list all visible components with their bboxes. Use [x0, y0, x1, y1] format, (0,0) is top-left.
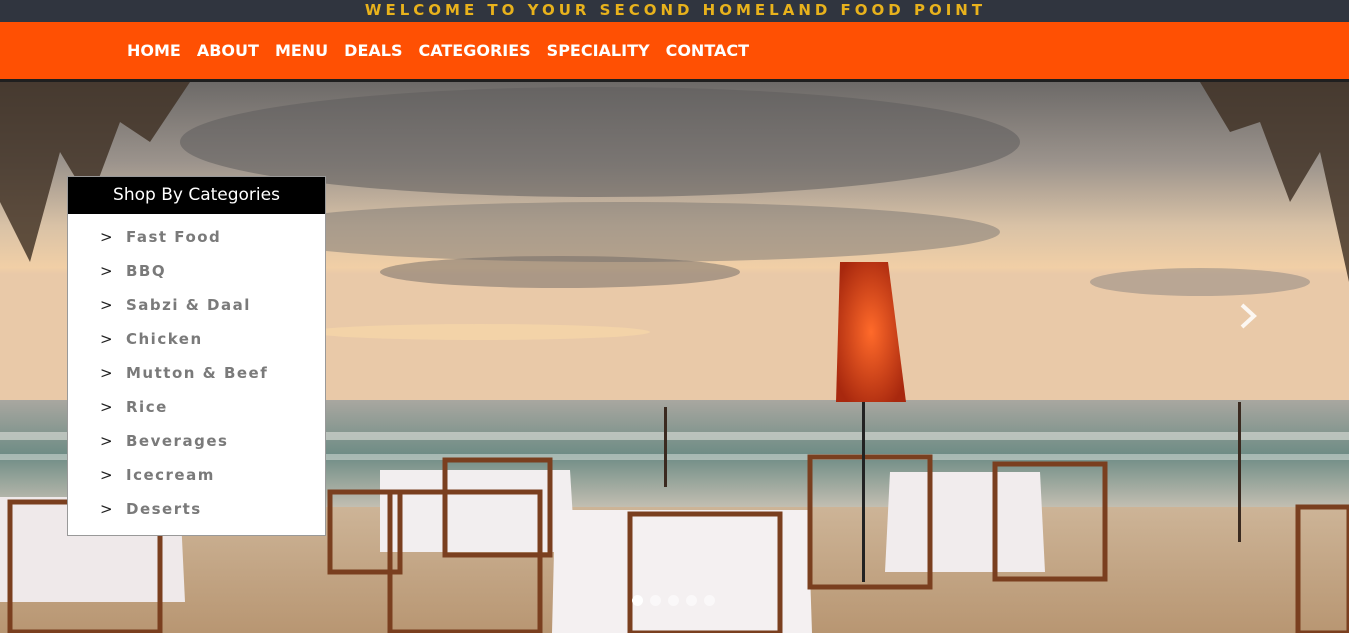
category-label: Fast Food [126, 228, 222, 246]
carousel-dot-2[interactable] [650, 595, 661, 606]
welcome-text: WELCOME TO YOUR SECOND HOMELAND FOOD POI… [364, 1, 987, 19]
chevron-right-icon: > [100, 262, 113, 280]
category-label: Chicken [126, 330, 203, 348]
nav-categories-link[interactable]: CATEGORIES [418, 41, 530, 60]
nav-deals-link[interactable]: DEALS [344, 41, 402, 60]
category-label: BBQ [126, 262, 167, 280]
categories-panel: Shop By Categories > Fast Food > BBQ > S… [67, 176, 326, 536]
carousel-dot-3[interactable] [668, 595, 679, 606]
chevron-right-icon: > [100, 296, 113, 314]
category-item-fast-food[interactable]: > Fast Food [68, 220, 325, 254]
nav-contact-link[interactable]: CONTACT [666, 41, 749, 60]
main-navigation: HOME ABOUT MENU DEALS CATEGORIES SPECIAL… [0, 22, 1349, 82]
category-label: Beverages [126, 432, 229, 450]
category-label: Rice [126, 398, 168, 416]
category-item-sabzi-daal[interactable]: > Sabzi & Daal [68, 288, 325, 322]
chevron-right-icon: > [100, 228, 113, 246]
chevron-right-icon: > [100, 364, 113, 382]
category-label: Sabzi & Daal [126, 296, 251, 314]
categories-title: Shop By Categories [68, 177, 325, 214]
chevron-right-icon: > [100, 398, 113, 416]
carousel-dot-1[interactable] [632, 595, 643, 606]
nav-about-link[interactable]: ABOUT [197, 41, 259, 60]
category-item-deserts[interactable]: > Deserts [68, 492, 325, 526]
carousel-dot-5[interactable] [704, 595, 715, 606]
nav-menu-link[interactable]: MENU [275, 41, 328, 60]
category-label: Mutton & Beef [126, 364, 269, 382]
carousel-indicators [632, 595, 722, 606]
carousel-dot-4[interactable] [686, 595, 697, 606]
chevron-right-icon: > [100, 466, 113, 484]
chevron-right-icon: > [100, 432, 113, 450]
category-item-beverages[interactable]: > Beverages [68, 424, 325, 458]
category-label: Icecream [126, 466, 215, 484]
nav-speciality-link[interactable]: SPECIALITY [547, 41, 650, 60]
category-item-chicken[interactable]: > Chicken [68, 322, 325, 356]
chevron-right-icon[interactable] [1236, 301, 1260, 331]
category-item-rice[interactable]: > Rice [68, 390, 325, 424]
category-item-mutton-beef[interactable]: > Mutton & Beef [68, 356, 325, 390]
chevron-right-icon: > [100, 330, 113, 348]
category-item-bbq[interactable]: > BBQ [68, 254, 325, 288]
nav-home-link[interactable]: HOME [127, 41, 181, 60]
category-item-icecream[interactable]: > Icecream [68, 458, 325, 492]
chevron-right-icon: > [100, 500, 113, 518]
category-label: Deserts [126, 500, 202, 518]
welcome-banner: WELCOME TO YOUR SECOND HOMELAND FOOD POI… [0, 0, 1349, 22]
